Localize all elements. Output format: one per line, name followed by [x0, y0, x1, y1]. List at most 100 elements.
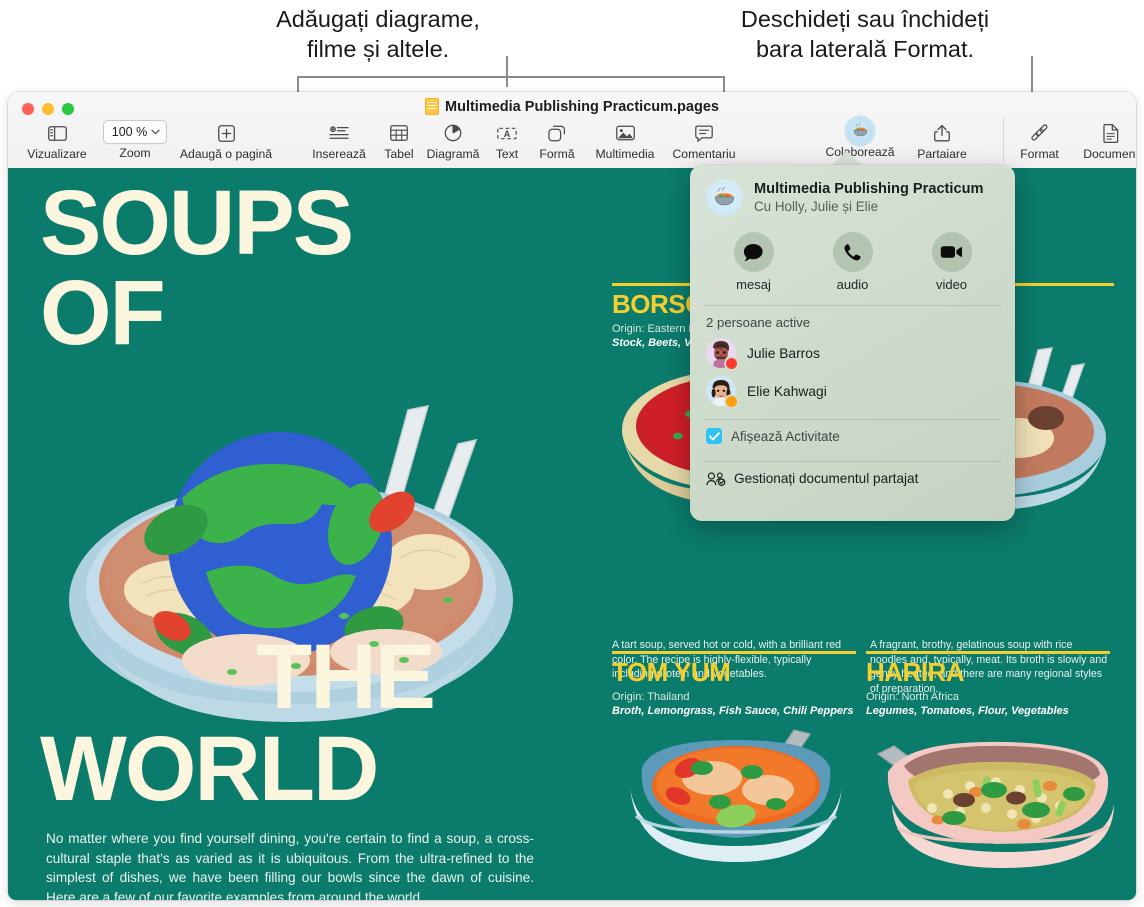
avatar-wrapper [706, 376, 737, 407]
toolbar-shape-button[interactable]: Formă [529, 120, 585, 161]
toolbar-table-label: Tabel [384, 147, 414, 161]
callout-format-line2: bara laterală Format. [755, 36, 975, 62]
toolbar-separator [1003, 118, 1004, 162]
status-dot [726, 358, 737, 369]
recipe-origin: Origin: Thailand [612, 691, 690, 703]
callout-format-sidebar: Deschideți sau închideți bara laterală F… [700, 4, 1030, 64]
shape-icon [548, 120, 566, 146]
screenshot-root: Adăugați diagrame, filme și altele. Desc… [0, 0, 1144, 907]
toolbar-zoom-control[interactable]: 100 % Zoom [98, 119, 172, 160]
phone-icon [832, 232, 873, 272]
audio-action-button[interactable]: audio [815, 232, 891, 292]
tom-yum-bowl-icon [616, 724, 854, 884]
callout-leader-vertical-right [1031, 56, 1033, 92]
toolbar-format-label: Format [1020, 147, 1059, 161]
callout-leader-vertical-left [506, 56, 508, 87]
toolbar-document-label: Document [1083, 147, 1136, 161]
callout-insert-objects: Adăugați diagrame, filme și altele. [238, 4, 518, 64]
video-action-label: video [935, 277, 968, 292]
toolbar-view-button[interactable]: Vizualizare [20, 120, 94, 161]
person-row-julie[interactable]: Julie Barros [690, 334, 1015, 372]
window-title: Multimedia Publishing Practicum.pages [8, 98, 1136, 115]
toolbar-document-button[interactable]: Document [1071, 120, 1136, 161]
message-action-label: mesaj [736, 277, 771, 292]
toolbar-chart-label: Diagramă [426, 147, 480, 161]
recipe-origin: Origin: North Africa [866, 691, 959, 703]
share-icon [934, 120, 950, 146]
callout-format-line1: Deschideți sau închideți [740, 6, 990, 32]
media-icon [615, 120, 635, 146]
message-action-button[interactable]: mesaj [716, 232, 792, 292]
recipe-name: HARIRA [866, 657, 965, 687]
callout-insert-line1: Adăugați diagrame, [276, 6, 480, 32]
toolbar-zoom-label: Zoom [119, 146, 151, 160]
toolbar-insert-label: Inserează [312, 147, 366, 161]
toolbar-insert-button[interactable]: Inserează [300, 120, 378, 161]
callout-leader-horizontal [297, 76, 725, 78]
toolbar-media-button[interactable]: Multimedia [583, 120, 667, 161]
show-activity-row[interactable]: Afișează Activitate [690, 420, 1015, 452]
show-activity-label: Afișează Activitate [731, 428, 840, 444]
window-titlebar: Multimedia Publishing Practicum.pages Vi… [8, 92, 1136, 168]
popover-header: Multimedia Publishing Practicum Cu Holly… [690, 165, 1015, 224]
toolbar-shape-label: Formă [539, 147, 575, 161]
collaborate-avatar-icon [847, 118, 873, 144]
person-row-elie[interactable]: Elie Kahwagi [690, 372, 1015, 410]
toolbar-share-button[interactable]: Partaiare [904, 120, 980, 161]
audio-action-label: audio [836, 277, 869, 292]
toolbar-text-label: Text [495, 147, 519, 161]
toolbar-table-button[interactable]: Tabel [375, 120, 423, 161]
harira-bowl-icon [864, 724, 1114, 884]
popover-header-text: Multimedia Publishing Practicum Cu Holly… [754, 180, 983, 216]
svg-text:A: A [504, 129, 511, 139]
avatar-wrapper [706, 338, 737, 369]
toolbar-share-label: Partaiare [917, 147, 967, 161]
toolbar-add-page-button[interactable]: Adaugă o pagină [168, 120, 284, 161]
collaboration-popover[interactable]: Multimedia Publishing Practicum Cu Holly… [690, 165, 1015, 521]
intro-paragraph: No matter where you find yourself dining… [46, 831, 534, 900]
hero-title-line-2: OF [40, 262, 166, 364]
zoom-value-wrapper: 100 % [102, 119, 168, 145]
soup-bowl-icon [706, 179, 743, 216]
callout-leader-tick-right [723, 76, 725, 92]
recipe-name: TOM YUM [612, 657, 731, 687]
recipe-rule [612, 651, 856, 654]
toolbar-media-label: Multimedia [595, 147, 655, 161]
document-icon [1103, 120, 1119, 146]
recipe-tom-yum: TOM YUM Origin: Thailand Broth, Lemongra… [612, 651, 856, 717]
toolbar-text-button[interactable]: A Text [485, 120, 529, 161]
show-activity-checkbox[interactable] [706, 428, 722, 444]
video-action-button[interactable]: video [914, 232, 990, 292]
toolbar-view-label: Vizualizare [27, 147, 87, 161]
recipe-ingredients: Broth, Lemongrass, Fish Sauce, Chili Pep… [612, 705, 854, 717]
active-people-label: 2 persoane active [706, 315, 811, 330]
callout-leader-tick-left [297, 76, 299, 92]
add-page-icon [217, 120, 235, 146]
sidebar-icon [47, 120, 67, 146]
recipe-ingredients: Legumes, Tomatoes, Flour, Vegetables [866, 705, 1069, 717]
toolbar-comment-button[interactable]: Comentariu [663, 120, 745, 161]
comment-icon [695, 120, 713, 146]
popover-actions: mesaj audio video [690, 224, 1015, 296]
format-brush-icon [1030, 120, 1049, 146]
manage-shared-doc-row[interactable]: Gestionați documentul partajat [690, 462, 1015, 494]
zoom-value: 100 % [111, 125, 148, 139]
chevron-down-icon [151, 129, 160, 135]
window-title-text: Multimedia Publishing Practicum.pages [445, 98, 719, 115]
zoom-dropdown[interactable]: 100 % [102, 120, 168, 144]
toolbar-comment-label: Comentariu [672, 147, 736, 161]
pages-file-icon [425, 98, 440, 115]
toolbar-format-button[interactable]: Format [1008, 120, 1071, 161]
hero-title-line-3: THE [256, 626, 436, 728]
recipe-harira: HARIRA Origin: North Africa Legumes, Tom… [866, 651, 1110, 717]
person-name: Elie Kahwagi [747, 383, 827, 399]
table-icon [390, 120, 408, 146]
popover-subtitle: Cu Holly, Julie și Elie [754, 198, 879, 214]
manage-shared-doc-label: Gestionați documentul partajat [734, 471, 919, 486]
toolbar-add-page-label: Adaugă o pagină [179, 147, 273, 161]
person-name: Julie Barros [747, 345, 820, 361]
recipe-rule [866, 651, 1110, 654]
insert-icon [329, 120, 349, 146]
toolbar-chart-button[interactable]: Diagramă [420, 120, 486, 161]
checkmark-icon [708, 431, 720, 440]
